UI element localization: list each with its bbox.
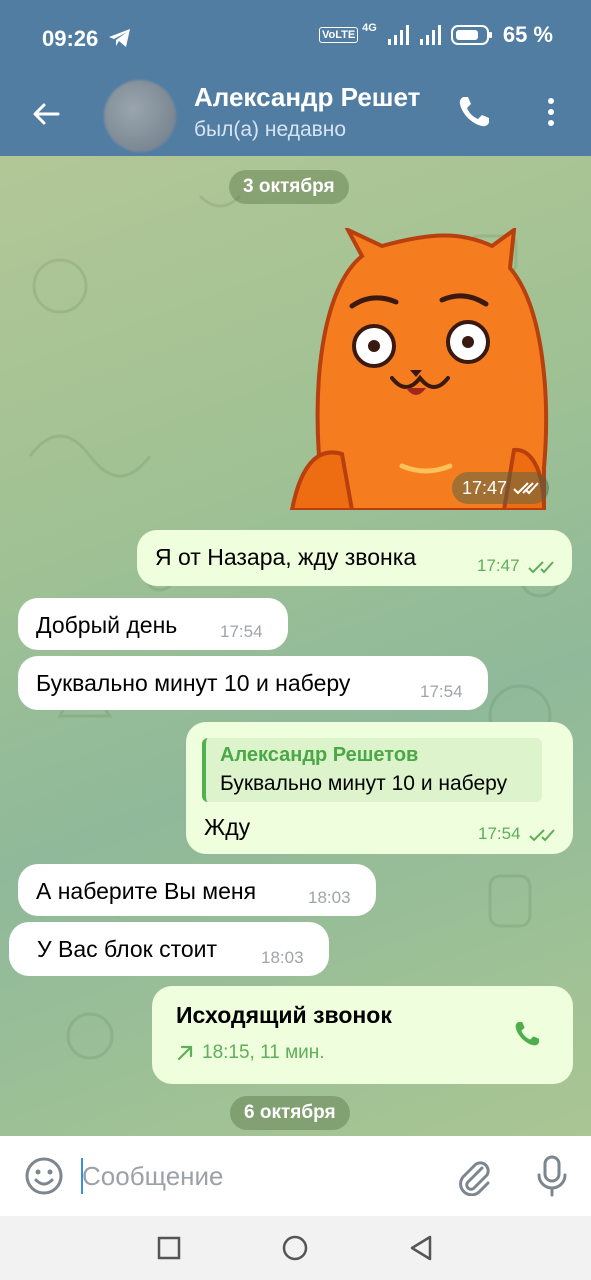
contact-last-seen: был(а) недавно (194, 118, 347, 141)
volte-badge: VoLTE (318, 27, 359, 43)
system-nav-bar (0, 1216, 591, 1280)
message-time: 18:03 (261, 948, 304, 967)
status-bar: 09:26 VoLTE 4G 65 % (0, 0, 591, 78)
message-time: 17:47 (477, 556, 555, 576)
message-composer (0, 1136, 591, 1216)
time-label: 17:47 (477, 556, 520, 575)
back-arrow-icon[interactable] (24, 92, 68, 136)
telegram-icon (109, 29, 131, 47)
signal-icon (387, 25, 409, 45)
network-type: 4G (362, 22, 377, 34)
clock: 09:26 (42, 26, 99, 51)
signal-icon-2 (419, 25, 441, 45)
emoji-icon[interactable] (24, 1156, 64, 1196)
message-time: 18:03 (308, 888, 351, 907)
contact-name[interactable]: Александр Решет (194, 82, 439, 113)
message-bubble-outgoing[interactable]: Александр Решетов Буквально минут 10 и н… (186, 722, 573, 854)
date-label: 6 октября (244, 1102, 336, 1123)
reply-text: Буквально минут 10 и наберу (220, 772, 508, 795)
date-label: 3 октября (243, 176, 335, 197)
message-bubble-incoming[interactable]: А наберите Вы меня 18:03 (18, 864, 376, 916)
battery-icon (450, 25, 492, 45)
message-text: У Вас блок стоит (37, 936, 218, 962)
outgoing-arrow-icon (177, 1045, 193, 1061)
message-text: Добрый день (36, 612, 178, 638)
contact-avatar[interactable] (104, 80, 176, 152)
home-icon[interactable] (282, 1235, 308, 1261)
call-duration: 18:15, 11 мин. (202, 1042, 325, 1063)
message-bubble-incoming[interactable]: Добрый день 17:54 (18, 598, 288, 650)
recents-icon[interactable] (157, 1236, 181, 1260)
cat-sticker[interactable] (282, 228, 562, 510)
date-separator: 3 октября (229, 170, 349, 204)
chat-header: Александр Решет был(а) недавно (0, 78, 591, 156)
time-label: 17:47 (462, 478, 508, 498)
more-vertical-icon[interactable] (536, 92, 566, 132)
battery-level: 65 % (502, 22, 553, 47)
paperclip-icon[interactable] (454, 1156, 494, 1196)
message-bubble-incoming[interactable]: У Вас блок стоит 18:03 (9, 922, 329, 976)
phone-icon[interactable] (454, 92, 494, 132)
reply-preview[interactable]: Александр Решетов Буквально минут 10 и н… (202, 738, 542, 802)
call-bubble[interactable]: Исходящий звонок 18:15, 11 мин. (152, 986, 573, 1084)
microphone-icon[interactable] (534, 1154, 570, 1198)
sticker-time: 17:47 (452, 472, 550, 504)
call-info: 18:15, 11 мин. (176, 1042, 325, 1064)
message-text: А наберите Вы меня (36, 878, 257, 904)
message-time: 17:54 (478, 824, 556, 844)
double-check-icon (513, 482, 539, 495)
message-bubble-outgoing[interactable]: Я от Назара, жду звонка 17:47 (137, 530, 572, 586)
reply-author: Александр Решетов (220, 744, 419, 766)
time-label: 17:54 (478, 824, 521, 843)
status-time: 09:26 (42, 26, 132, 52)
message-text: Жду (204, 814, 251, 840)
message-time: 17:54 (220, 622, 263, 641)
message-text: Буквально минут 10 и наберу (36, 670, 351, 696)
message-bubble-incoming[interactable]: Буквально минут 10 и наберу 17:54 (18, 656, 488, 710)
double-check-icon (528, 560, 555, 573)
nav-back-icon[interactable] (408, 1234, 434, 1262)
date-separator: 6 октября (230, 1096, 350, 1130)
message-time: 17:54 (420, 682, 463, 701)
message-text: Я от Назара, жду звонка (155, 544, 417, 570)
message-list[interactable]: 3 октября 17:47 Я от Назара, жду звонка … (0, 156, 591, 1136)
call-title: Исходящий звонок (176, 1002, 392, 1028)
double-check-icon (529, 828, 556, 841)
status-indicators: VoLTE 4G 65 % (318, 22, 553, 48)
phone-icon[interactable] (511, 1018, 543, 1050)
message-input[interactable] (82, 1152, 432, 1200)
